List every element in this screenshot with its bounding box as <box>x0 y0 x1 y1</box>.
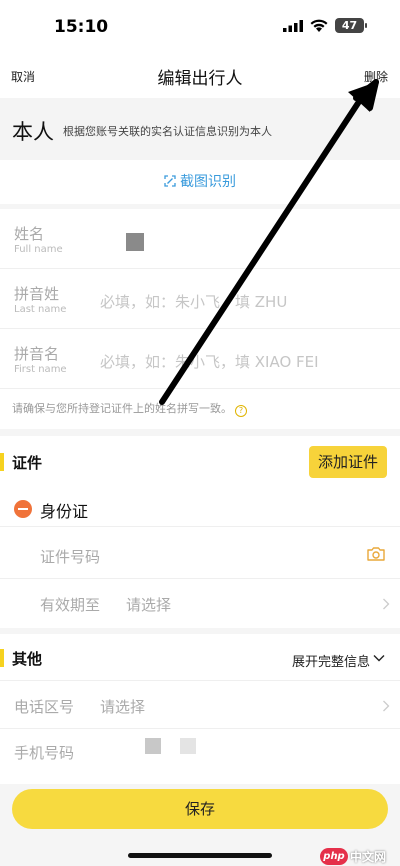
area-code-label: 电话区号 <box>14 698 75 716</box>
self-description: 根据您账号关联的实名认证信息识别为本人 <box>63 125 272 138</box>
last-name-label: 拼音姓 <box>14 285 60 303</box>
first-name-sublabel: First name <box>14 364 67 375</box>
last-name-sublabel: Last name <box>14 304 67 315</box>
redacted-name <box>126 233 144 251</box>
home-indicator <box>128 853 272 858</box>
divider <box>0 680 400 681</box>
battery-icon: 47 <box>335 18 364 33</box>
validity-select[interactable]: 请选择 <box>126 594 171 615</box>
save-button[interactable]: 保存 <box>12 789 388 829</box>
remove-circle-icon[interactable] <box>14 500 32 518</box>
last-name-input[interactable]: 必填，如：朱小飞，填 ZHU <box>100 291 287 312</box>
watermark-badge: php <box>320 848 348 865</box>
certificate-section: 证件 添加证件 身份证 证件号码 有效期至 请选择 <box>0 436 400 628</box>
expand-full-info-button[interactable]: 展开完整信息 <box>292 651 370 670</box>
first-name-input[interactable]: 必填，如：朱小飞，填 XIAO FEI <box>100 351 319 372</box>
id-number-label: 证件号码 <box>40 548 101 566</box>
wifi-icon <box>310 19 328 32</box>
first-name-label: 拼音名 <box>14 345 60 363</box>
add-certificate-button[interactable]: 添加证件 <box>309 446 387 478</box>
id-type-label: 身份证 <box>40 502 89 521</box>
camera-icon[interactable] <box>366 546 386 562</box>
watermark-text: 中文网 <box>350 850 387 864</box>
battery-cap <box>365 23 367 28</box>
area-code-select[interactable]: 请选择 <box>100 696 145 717</box>
delete-button[interactable]: 删除 <box>364 68 388 85</box>
self-banner: 本人 根据您账号关联的实名认证信息识别为本人 <box>0 98 400 160</box>
scan-label: 截图识别 <box>180 174 236 190</box>
name-hint: 请确保与您所持登记证件上的姓名拼写一致。? <box>12 400 247 417</box>
signal-icon <box>283 20 303 32</box>
full-name-label: 姓名 <box>14 225 45 243</box>
divider <box>0 526 400 527</box>
nav-bar: 取消 编辑出行人 删除 <box>0 54 400 98</box>
certificate-title: 证件 <box>12 454 43 472</box>
other-section: 其他 展开完整信息 电话区号 请选择 手机号码 <box>0 634 400 784</box>
redacted-phone <box>180 738 196 754</box>
page-title: 编辑出行人 <box>157 69 243 89</box>
section-accent-bar <box>0 453 4 471</box>
redacted-phone <box>145 738 161 754</box>
divider <box>0 728 400 729</box>
last-name-row[interactable]: 拼音姓 Last name 必填，如：朱小飞，填 ZHU <box>0 269 400 329</box>
section-accent-bar <box>0 649 4 667</box>
screenshot-scan-button[interactable]: 截图识别 <box>0 160 400 204</box>
chevron-right-icon <box>383 598 390 610</box>
status-time: 15:10 <box>54 17 109 37</box>
chevron-right-icon <box>383 700 390 712</box>
watermark-logo: php 中文网 <box>320 846 400 866</box>
first-name-row[interactable]: 拼音名 First name 必填，如：朱小飞，填 XIAO FEI <box>0 329 400 389</box>
other-title: 其他 <box>12 650 43 668</box>
name-hint-text: 请确保与您所持登记证件上的姓名拼写一致。 <box>12 402 232 415</box>
divider <box>0 578 400 579</box>
name-section: 姓名 Full name 拼音姓 Last name 必填，如：朱小飞，填 ZH… <box>0 209 400 429</box>
help-icon[interactable]: ? <box>235 405 247 417</box>
status-bar: 15:10 47 <box>0 0 400 54</box>
full-name-row[interactable]: 姓名 Full name <box>0 209 400 269</box>
validity-label: 有效期至 <box>40 596 101 614</box>
phone-label: 手机号码 <box>14 744 75 762</box>
scan-icon <box>164 175 176 187</box>
full-name-sublabel: Full name <box>14 244 63 255</box>
chevron-down-icon[interactable] <box>373 654 385 662</box>
self-title: 本人 <box>12 120 54 144</box>
